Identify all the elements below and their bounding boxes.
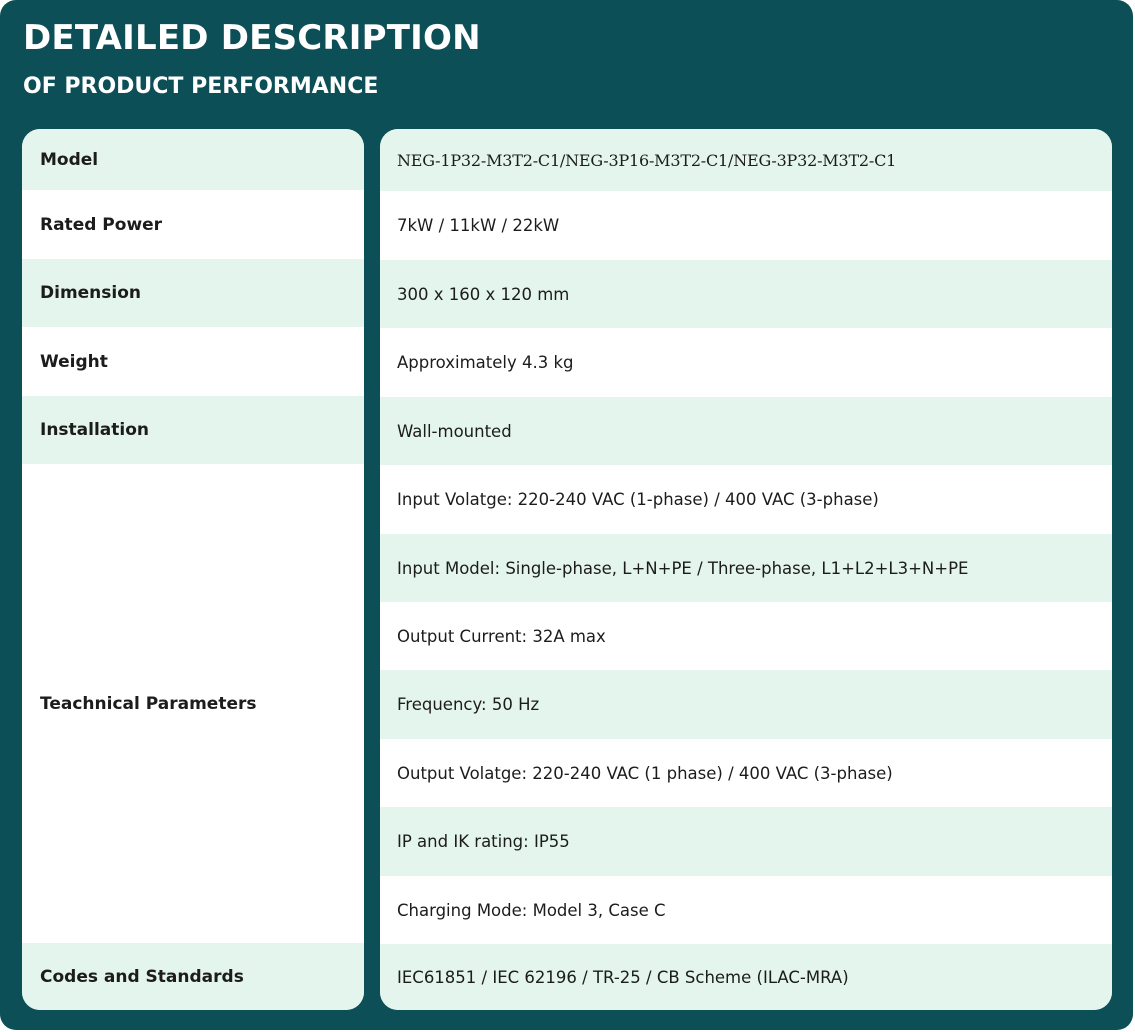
label-installation: Installation (22, 396, 364, 464)
label-dimension: Dimension (22, 259, 364, 327)
value-charging-mode: Charging Mode: Model 3, Case C (397, 900, 666, 920)
spec-label-column: Model Rated Power Dimension Weight Insta… (22, 129, 364, 1010)
value-model: NEG-1P32-M3T2-C1/NEG-3P16-M3T2-C1/NEG-3P… (380, 129, 1112, 191)
value-codes-and-standards: IEC61851 / IEC 62196 / TR-25 / CB Scheme… (380, 944, 1112, 1010)
value-installation: Wall-mounted (380, 397, 1112, 465)
value-ip-ik-rating: IP and IK rating: IP55 (380, 807, 1112, 876)
spec-panel: DETAILED DESCRIPTION OF PRODUCT PERFORMA… (0, 0, 1133, 1030)
label-codes-and-standards: Codes and Standards (22, 943, 364, 1010)
value-weight: Approximately 4.3 kg (397, 353, 574, 372)
label-model: Model (22, 129, 364, 190)
value-input-model: Input Model: Single-phase, L+N+PE / Thre… (380, 534, 1112, 602)
value-input-voltage: Input Volatge: 220-240 VAC (1-phase) / 4… (397, 490, 879, 509)
value-output-current: Output Current: 32A max (397, 626, 606, 646)
spec-value-column: NEG-1P32-M3T2-C1/NEG-3P16-M3T2-C1/NEG-3P… (380, 129, 1112, 1010)
value-output-voltage: Output Volatge: 220-240 VAC (1 phase) / … (397, 763, 893, 783)
value-frequency: Frequency: 50 Hz (380, 670, 1112, 739)
label-weight: Weight (40, 351, 108, 372)
value-rated-power: 7kW / 11kW / 22kW (397, 216, 560, 235)
label-rated-power: Rated Power (40, 214, 163, 235)
page-subtitle: OF PRODUCT PERFORMANCE (23, 74, 379, 99)
label-technical-parameters: Teachnical Parameters (40, 693, 257, 714)
page-title: DETAILED DESCRIPTION (23, 18, 481, 58)
value-dimension: 300 x 160 x 120 mm (380, 260, 1112, 328)
